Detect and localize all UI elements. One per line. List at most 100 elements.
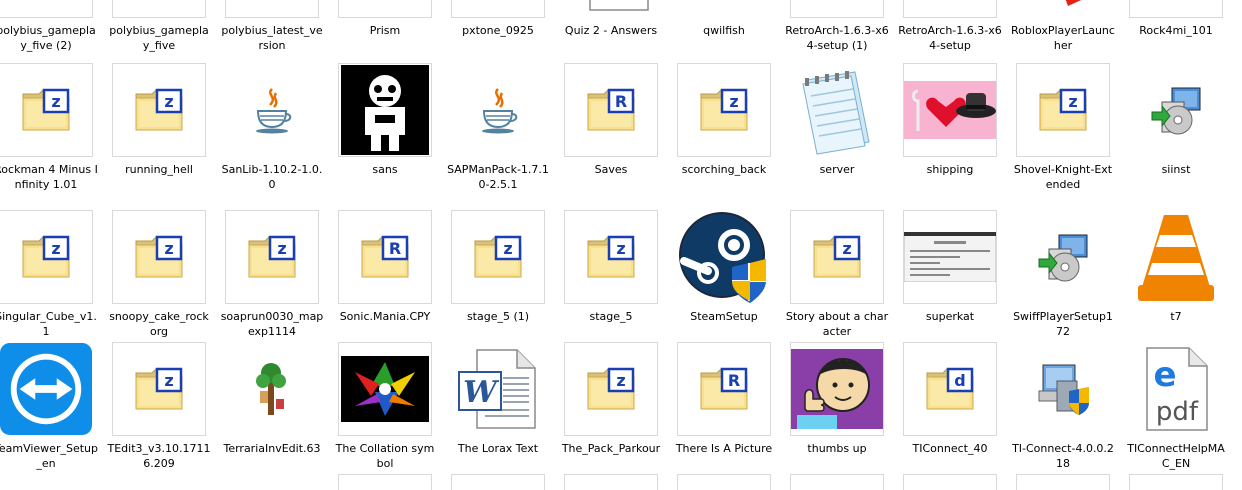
partial-file-thumbnail[interactable] (564, 474, 658, 490)
file-item-label: TeamViewer_Setup_en (0, 442, 98, 470)
rar-folder-icon-graphic: R (587, 88, 635, 131)
file-item-label: t7 (1170, 310, 1182, 323)
file-item[interactable]: sans (332, 63, 438, 203)
file-item[interactable]: z polybius_gameplay_five (106, 0, 212, 64)
file-item[interactable]: siinst (1123, 63, 1229, 203)
file-item[interactable]: z stage_5 (558, 210, 664, 350)
file-item-label: The Lorax Text (457, 442, 539, 455)
rar-folder-icon: R (338, 210, 432, 304)
file-item[interactable]: z TEdit3_v3.10.17116.209 (106, 342, 212, 482)
partial-file-thumbnail[interactable] (1129, 474, 1223, 490)
file-item[interactable]: z Singular_Cube_v1.1 (0, 210, 99, 350)
zip-folder-icon-graphic: z (1039, 88, 1087, 131)
svg-text:e: e (1153, 355, 1176, 395)
partial-file-thumbnail[interactable] (1016, 474, 1110, 490)
zip-folder-icon-graphic: z (135, 88, 183, 131)
zip-folder-icon-graphic: z (135, 235, 183, 278)
qwilfish-image-icon-graphic (694, 0, 754, 1)
file-item-label: qwilfish (703, 24, 745, 37)
partial-file-thumbnail[interactable] (903, 474, 997, 490)
teamviewer-icon-graphic (0, 343, 92, 435)
file-item-label: The Collation symbol (335, 442, 435, 470)
file-item[interactable]: t7 (1123, 210, 1229, 350)
file-item[interactable]: thumbs up (784, 342, 890, 482)
file-item[interactable]: SteamSetup (671, 210, 777, 350)
file-item[interactable]: Rock4mi_101 (1123, 0, 1229, 64)
file-item[interactable]: d TIConnect_40 (897, 342, 1003, 482)
file-item-label: Prism (369, 24, 401, 37)
blank-file-icon-graphic (925, 0, 975, 1)
file-item[interactable]: superkat (897, 210, 1003, 350)
file-item[interactable]: W Quiz 2 - Answers (558, 0, 664, 64)
file-item[interactable]: SanLib-1.10.2-1.0.0 (219, 63, 325, 203)
file-item-label: Rockman 4 Minus Infinity 1.01 (0, 163, 98, 191)
file-item[interactable]: R There Is A Picture (671, 342, 777, 482)
steam-icon (677, 210, 771, 304)
file-item-label: thumbs up (807, 442, 867, 455)
svg-text:z: z (1068, 92, 1077, 111)
installer-icon (1129, 63, 1223, 157)
notepad-icon (790, 63, 884, 157)
file-item-label: shipping (926, 163, 974, 176)
file-item[interactable]: W The Lorax Text (445, 342, 551, 482)
file-item[interactable]: z The_Pack_Parkour (558, 342, 664, 482)
file-item[interactable]: z snoopy_cake_rockorg (106, 210, 212, 350)
zip-folder-icon: z (451, 0, 545, 18)
svg-text:z: z (503, 239, 512, 258)
file-item[interactable]: z polybius_gameplay_five (2) (0, 0, 99, 64)
file-item[interactable]: qwilfish (671, 0, 777, 64)
file-item[interactable]: RobloxPlayerLauncher (1010, 0, 1116, 64)
file-item-label: RobloxPlayerLauncher (1011, 24, 1115, 52)
zip-folder-icon-graphic: z (587, 367, 635, 410)
file-item-label: SteamSetup (690, 310, 758, 323)
zip-folder-icon-graphic: z (135, 367, 183, 410)
file-item[interactable]: SwiffPlayerSetup172 (1010, 210, 1116, 350)
file-item[interactable]: shipping (897, 63, 1003, 203)
file-item[interactable]: SAPManPack-1.7.10-2.5.1 (445, 63, 551, 203)
file-item[interactable]: z Rockman 4 Minus Infinity 1.01 (0, 63, 99, 203)
file-item[interactable]: z Shovel-Knight-Extended (1010, 63, 1116, 203)
file-item[interactable]: z pxtone_0925 (445, 0, 551, 64)
thumbs-up-image-icon (790, 342, 884, 436)
file-item[interactable]: The Collation symbol (332, 342, 438, 482)
file-item[interactable]: TerrariaInvEdit.63 (219, 342, 325, 482)
rar-folder-icon-graphic: R (700, 367, 748, 410)
zip-folder-icon-graphic: z (474, 235, 522, 278)
file-item[interactable]: z polybius_latest_version (219, 0, 325, 64)
computer-setup-icon (1016, 342, 1110, 436)
file-item-label: superkat (925, 310, 975, 323)
file-item-label: soaprun0030_mapexp1114 (220, 310, 324, 338)
file-item-label: polybius_gameplay_five (109, 24, 209, 52)
partial-file-thumbnail[interactable] (790, 474, 884, 490)
file-item-label: Shovel-Knight-Extended (1013, 163, 1113, 191)
partial-file-thumbnail[interactable] (451, 474, 545, 490)
file-item[interactable]: z soaprun0030_mapexp1114 (219, 210, 325, 350)
svg-text:R: R (389, 239, 401, 258)
file-item-label: polybius_gameplay_five (2) (0, 24, 96, 52)
file-item-label: snoopy_cake_rockorg (109, 310, 209, 338)
file-item[interactable]: z Story about a character (784, 210, 890, 350)
partial-file-thumbnail[interactable] (677, 474, 771, 490)
partial-file-thumbnail[interactable] (338, 474, 432, 490)
file-item[interactable]: R Saves (558, 63, 664, 203)
collation-image-icon-graphic (341, 356, 429, 422)
file-item[interactable]: e pdf TIConnectHelpMAC_EN (1123, 342, 1229, 482)
qwilfish-image-icon (677, 0, 771, 18)
file-item[interactable]: RetroArch-1.6.3-x64-setup (1) (784, 0, 890, 64)
file-item-label: scorching_back (681, 163, 767, 176)
word-document-icon: W (564, 0, 658, 18)
file-item[interactable]: TeamViewer_Setup_en (0, 342, 99, 482)
file-item[interactable]: RetroArch-1.6.3-x64-setup (897, 0, 1003, 64)
file-item[interactable]: R Sonic.Mania.CPY (332, 210, 438, 350)
zip-folder-icon: d (903, 342, 997, 436)
blank-file-icon (903, 0, 997, 18)
file-item-label: RetroArch-1.6.3-x64-setup (1) (785, 24, 889, 52)
file-item[interactable]: z running_hell (106, 63, 212, 203)
file-item[interactable]: server (784, 63, 890, 203)
file-item[interactable]: TI-Connect-4.0.0.218 (1010, 342, 1116, 482)
file-item[interactable]: z scorching_back (671, 63, 777, 203)
svg-text:z: z (842, 239, 851, 258)
file-item-label: The_Pack_Parkour (561, 442, 661, 455)
file-item[interactable]: z Prism (332, 0, 438, 64)
file-item[interactable]: z stage_5 (1) (445, 210, 551, 350)
